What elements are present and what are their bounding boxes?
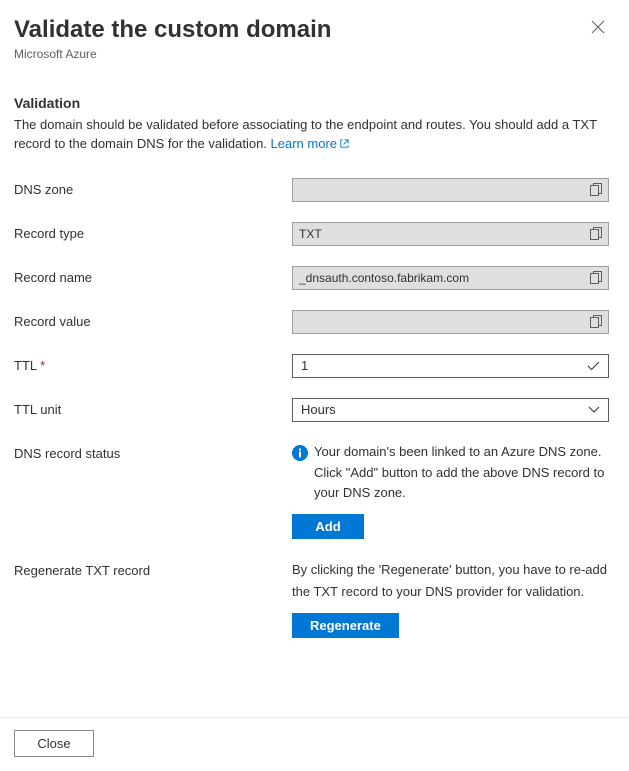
check-icon (587, 361, 600, 371)
validation-heading: Validation (14, 95, 609, 111)
regenerate-label: Regenerate TXT record (14, 559, 292, 578)
copy-icon[interactable] (590, 271, 602, 284)
record-value-label: Record value (14, 310, 292, 329)
panel-title: Validate the custom domain (14, 16, 331, 45)
record-name-field: _dnsauth.contoso.fabrikam.com (292, 266, 609, 290)
record-name-value: _dnsauth.contoso.fabrikam.com (299, 271, 590, 285)
learn-more-link[interactable]: Learn more (271, 136, 350, 151)
panel-header: Validate the custom domain Microsoft Azu… (14, 16, 609, 61)
record-type-value: TXT (299, 227, 590, 241)
chevron-down-icon (588, 406, 600, 414)
record-name-label: Record name (14, 266, 292, 285)
copy-icon[interactable] (590, 315, 602, 328)
regenerate-message: By clicking the 'Regenerate' button, you… (292, 559, 609, 603)
info-icon (292, 445, 308, 468)
record-type-field: TXT (292, 222, 609, 246)
ttl-unit-label: TTL unit (14, 398, 292, 417)
ttl-input[interactable]: 1 (292, 354, 609, 378)
ttl-label: TTL* (14, 354, 292, 373)
regenerate-button[interactable]: Regenerate (292, 613, 399, 638)
dns-zone-label: DNS zone (14, 178, 292, 197)
dns-record-status-label: DNS record status (14, 442, 292, 461)
panel-footer: Close (0, 717, 629, 771)
required-indicator: * (40, 358, 45, 373)
ttl-unit-select[interactable]: Hours (292, 398, 609, 422)
external-link-icon (337, 136, 350, 151)
ttl-value: 1 (301, 358, 587, 373)
record-type-label: Record type (14, 222, 292, 241)
add-button[interactable]: Add (292, 514, 364, 539)
ttl-unit-value: Hours (301, 402, 588, 417)
close-icon[interactable] (587, 16, 609, 42)
panel-subtitle: Microsoft Azure (14, 47, 331, 61)
copy-icon[interactable] (590, 183, 602, 196)
record-value-field (292, 310, 609, 334)
dns-record-status-message: Your domain's been linked to an Azure DN… (314, 442, 609, 504)
validation-description: The domain should be validated before as… (14, 115, 609, 154)
dns-zone-field (292, 178, 609, 202)
close-button[interactable]: Close (14, 730, 94, 757)
copy-icon[interactable] (590, 227, 602, 240)
